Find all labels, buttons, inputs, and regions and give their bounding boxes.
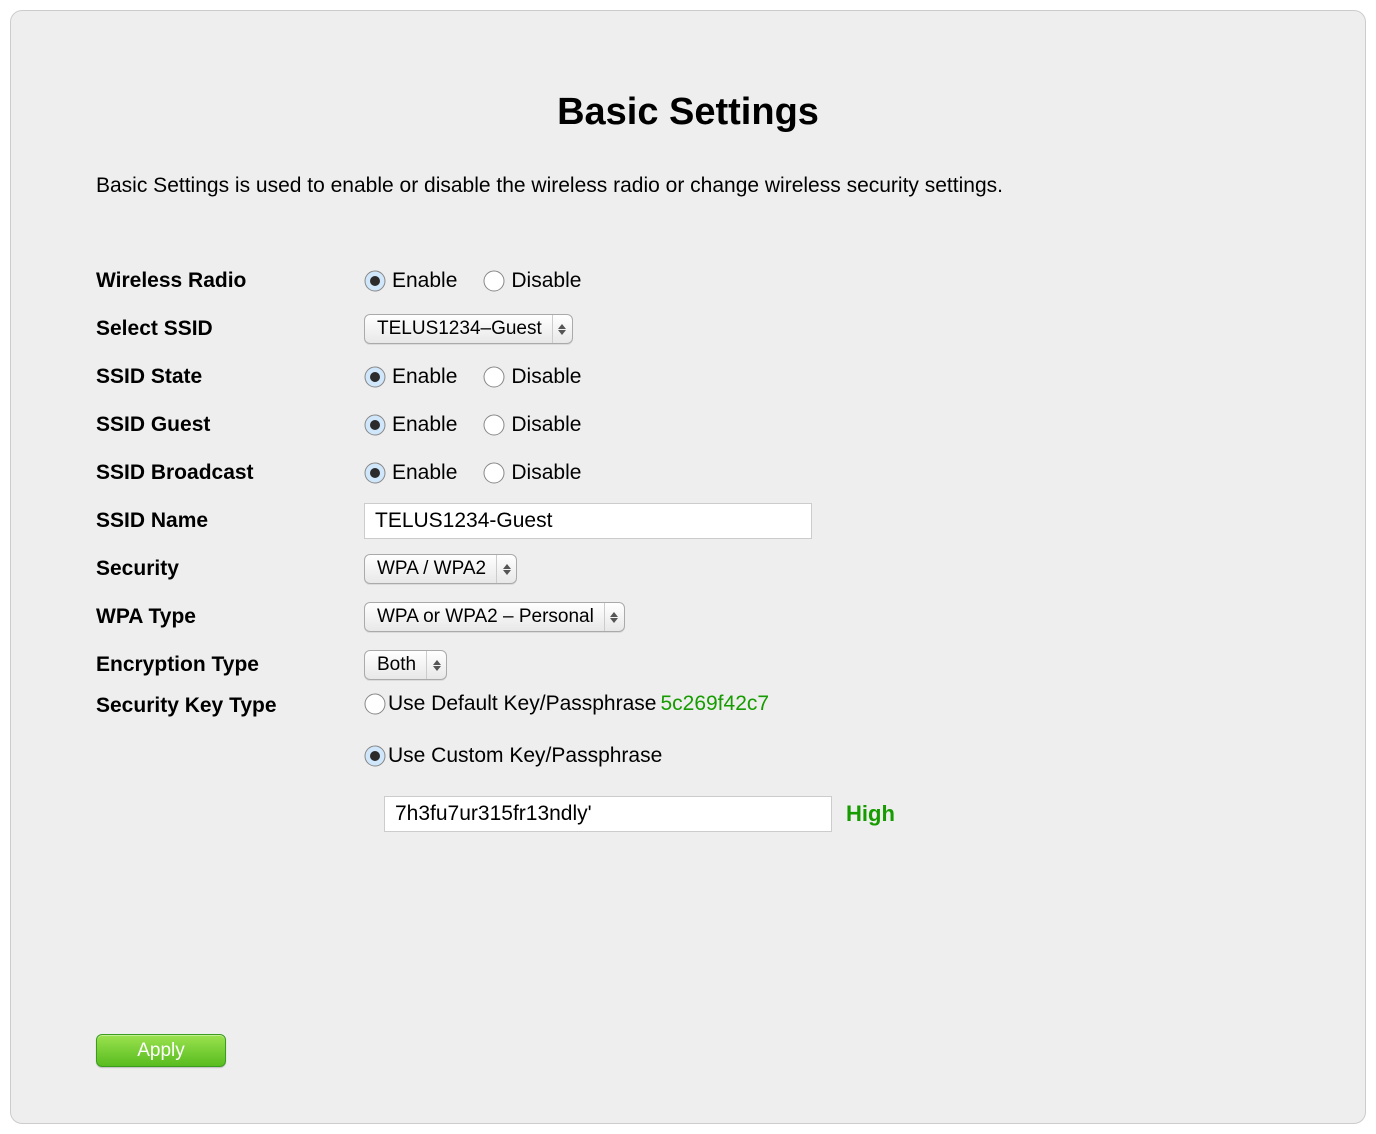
updown-arrows-icon (604, 603, 624, 631)
select-ssid-value: TELUS1234–Guest (377, 318, 552, 340)
label-security-key-type: Security Key Type (96, 692, 364, 718)
row-ssid-state: SSID State Enable Disable (96, 354, 1280, 400)
row-wireless-radio: Wireless Radio Enable Disable (96, 258, 1280, 304)
select-wpa-type[interactable]: WPA or WPA2 – Personal (364, 602, 625, 632)
radio-label-use-default: Use Default Key/Passphrase (388, 692, 656, 716)
select-ssid[interactable]: TELUS1234–Guest (364, 314, 573, 344)
page-title: Basic Settings (96, 91, 1280, 134)
radio-keytype-default[interactable] (364, 693, 386, 715)
form: Wireless Radio Enable Disable Select SSI… (96, 258, 1280, 832)
password-strength: High (846, 801, 895, 827)
radio-label-enable: Enable (392, 365, 457, 389)
radio-wireless-radio-enable[interactable] (364, 270, 386, 292)
radio-ssid-guest-disable[interactable] (483, 414, 505, 436)
updown-arrows-icon (426, 651, 446, 679)
radio-label-disable: Disable (511, 413, 581, 437)
default-key-value: 5c269f42c7 (660, 692, 769, 716)
label-wireless-radio: Wireless Radio (96, 269, 364, 293)
row-encryption-type: Encryption Type Both (96, 642, 1280, 688)
radio-label-disable: Disable (511, 365, 581, 389)
radio-ssid-state-enable[interactable] (364, 366, 386, 388)
row-ssid-name: SSID Name (96, 498, 1280, 544)
label-ssid-name: SSID Name (96, 509, 364, 533)
select-security[interactable]: WPA / WPA2 (364, 554, 517, 584)
radio-ssid-guest-enable[interactable] (364, 414, 386, 436)
radio-ssid-broadcast-enable[interactable] (364, 462, 386, 484)
row-wpa-type: WPA Type WPA or WPA2 – Personal (96, 594, 1280, 640)
page-description: Basic Settings is used to enable or disa… (96, 174, 1280, 198)
radio-label-enable: Enable (392, 413, 457, 437)
ssid-name-input[interactable] (364, 503, 812, 539)
label-ssid-broadcast: SSID Broadcast (96, 461, 364, 485)
select-wpa-type-value: WPA or WPA2 – Personal (377, 606, 604, 628)
label-security: Security (96, 557, 364, 581)
label-select-ssid: Select SSID (96, 317, 364, 341)
select-security-value: WPA / WPA2 (377, 558, 496, 580)
row-security: Security WPA / WPA2 (96, 546, 1280, 592)
radio-label-disable: Disable (511, 269, 581, 293)
updown-arrows-icon (552, 315, 572, 343)
row-ssid-broadcast: SSID Broadcast Enable Disable (96, 450, 1280, 496)
row-security-key-type: Security Key Type Use Default Key/Passph… (96, 692, 1280, 832)
label-ssid-state: SSID State (96, 365, 364, 389)
updown-arrows-icon (496, 555, 516, 583)
select-encryption-type[interactable]: Both (364, 650, 447, 680)
apply-button[interactable]: Apply (96, 1034, 226, 1067)
radio-label-enable: Enable (392, 461, 457, 485)
radio-ssid-state-disable[interactable] (483, 366, 505, 388)
radio-keytype-custom[interactable] (364, 745, 386, 767)
label-encryption-type: Encryption Type (96, 653, 364, 677)
row-select-ssid: Select SSID TELUS1234–Guest (96, 306, 1280, 352)
radio-ssid-broadcast-disable[interactable] (483, 462, 505, 484)
select-encryption-type-value: Both (377, 654, 426, 676)
settings-panel: Basic Settings Basic Settings is used to… (10, 10, 1366, 1124)
row-ssid-guest: SSID Guest Enable Disable (96, 402, 1280, 448)
label-wpa-type: WPA Type (96, 605, 364, 629)
label-ssid-guest: SSID Guest (96, 413, 364, 437)
radio-label-use-custom: Use Custom Key/Passphrase (388, 744, 662, 768)
radio-label-enable: Enable (392, 269, 457, 293)
radio-label-disable: Disable (511, 461, 581, 485)
custom-key-input[interactable] (384, 796, 832, 832)
radio-wireless-radio-disable[interactable] (483, 270, 505, 292)
